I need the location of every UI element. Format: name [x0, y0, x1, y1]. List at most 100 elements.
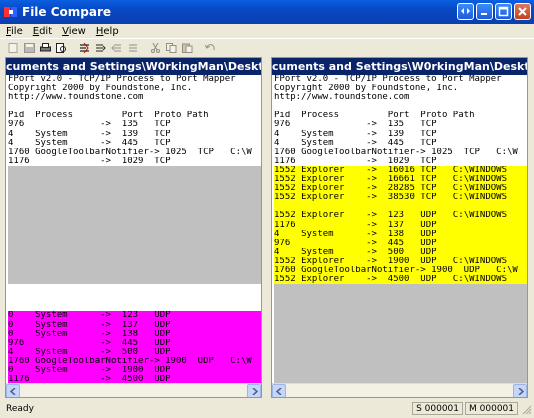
right-horizontal-scrollbar[interactable] [272, 383, 527, 397]
code-line: 0 System -> 138 UDP [8, 329, 261, 339]
right-file-content[interactable]: FPort v2.0 - TCP/IP Process to Port Mapp… [272, 75, 527, 385]
new-button[interactable] [6, 41, 21, 55]
menu-help[interactable]: Help [96, 26, 119, 37]
left-file-pane[interactable]: cuments and Settings\W0rkingMan\Desktop\… [5, 57, 262, 398]
code-line: 1552 Explorer -> 1900 UDP C:\WINDOWS [274, 256, 527, 266]
code-line: 0 System -> 137 UDP [8, 320, 261, 330]
code-line [8, 265, 261, 276]
print-button[interactable] [38, 41, 53, 55]
code-line: Pid Process Port Proto Path [274, 111, 475, 121]
title-bar: File Compare [0, 0, 534, 24]
code-line [274, 302, 527, 312]
code-line [8, 202, 261, 212]
code-line [8, 165, 261, 176]
code-line: 976 -> 135 TCP [274, 120, 437, 130]
code-line [274, 320, 527, 330]
code-line [8, 275, 261, 285]
code-line: 976 -> 135 TCP [8, 120, 171, 130]
code-line: 1552 Explorer -> 4500 UDP C:\WINDOWS [274, 275, 527, 285]
code-line: 0 System -> 123 UDP [8, 311, 261, 321]
print-preview-button[interactable] [54, 41, 69, 55]
minimize-button[interactable] [476, 3, 493, 20]
scroll-right-arrow-icon[interactable] [513, 384, 527, 397]
code-line: 1176 -> 1029 TCP [8, 156, 171, 166]
copy-icon [166, 42, 177, 53]
undo-button[interactable] [203, 41, 218, 55]
print-preview-icon [56, 42, 66, 53]
code-line: 1176 -> 137 UDP [274, 220, 527, 230]
diff-button[interactable] [77, 41, 92, 55]
left-file-content[interactable]: FPort v2.0 - TCP/IP Process to Port Mapp… [6, 75, 261, 385]
code-line: Copyright 2000 by Foundstone, Inc. [274, 84, 459, 94]
next-diff-button[interactable] [93, 41, 108, 55]
status-bar: Ready S 000001 M 000001 [0, 399, 534, 418]
first-diff-button[interactable] [125, 41, 140, 55]
code-line: 1760 GoogleToolbarNotifier-> 1900 UDP C:… [8, 356, 261, 366]
code-line: 1176 -> 1029 TCP [274, 156, 437, 166]
status-text: Ready [6, 403, 34, 414]
cut-icon [151, 42, 160, 53]
save-icon [24, 42, 35, 53]
new-icon [8, 42, 18, 53]
code-line [274, 347, 527, 357]
code-line [8, 247, 261, 257]
code-line: http://www.foundstone.com [274, 93, 410, 103]
code-line: 1760 GoogleToolbarNotifier-> 1900 UDP C:… [274, 265, 527, 276]
maximize-button[interactable] [495, 3, 512, 20]
code-line: 1552 Explorer -> 38530 TCP C:\WINDOWS [274, 193, 527, 203]
code-line [274, 293, 527, 303]
copy-button[interactable] [164, 41, 179, 55]
cut-button[interactable] [148, 41, 163, 55]
code-line: 1760 GoogleToolbarNotifier-> 1025 TCP C:… [274, 147, 518, 157]
code-line [8, 175, 261, 185]
scroll-left-arrow-icon[interactable] [6, 384, 20, 397]
code-line [274, 329, 527, 339]
code-line: 4 System -> 445 TCP [274, 138, 437, 148]
code-line [8, 229, 261, 239]
code-line [274, 202, 527, 212]
scroll-right-arrow-icon[interactable] [247, 384, 261, 397]
menu-edit[interactable]: Edit [33, 26, 52, 37]
code-line: Pid Process Port Proto Path [8, 111, 209, 121]
right-file-path: cuments and Settings\W0rkingMan\Desktop\… [272, 58, 527, 75]
code-line: 4 System -> 139 TCP [8, 129, 171, 139]
undo-icon [205, 43, 215, 50]
first-diff-icon [129, 44, 137, 51]
paste-icon [182, 43, 193, 53]
save-button[interactable] [22, 41, 37, 55]
right-file-pane[interactable]: cuments and Settings\W0rkingMan\Desktop\… [271, 57, 528, 398]
code-line [274, 356, 527, 366]
left-horizontal-scrollbar[interactable] [6, 383, 261, 397]
code-line: 4 System -> 500 UDP [274, 247, 527, 257]
code-line: 1760 GoogleToolbarNotifier-> 1025 TCP C:… [8, 147, 252, 157]
code-line: FPort v2.0 - TCP/IP Process to Port Mapp… [8, 75, 236, 84]
code-line: 1552 Explorer -> 16661 TCP C:\WINDOWS [274, 175, 527, 185]
file-compare-app-icon [4, 5, 18, 19]
paste-button[interactable] [180, 41, 195, 55]
code-line: 976 -> 445 UDP [274, 238, 527, 248]
code-line: 1552 Explorer -> 16016 TCP C:\WINDOWS [274, 165, 527, 176]
code-line [8, 220, 261, 230]
code-line [8, 238, 261, 248]
resize-grip-icon[interactable] [520, 403, 532, 415]
code-line [274, 338, 527, 348]
prev-diff-button[interactable] [109, 41, 124, 55]
close-button[interactable] [514, 3, 531, 20]
menu-view[interactable]: View [62, 26, 86, 37]
code-line: 4 System -> 500 UDP [8, 347, 261, 357]
code-line: 976 -> 445 UDP [8, 338, 261, 348]
code-line: http://www.foundstone.com [8, 93, 144, 103]
restore-compare-icon-button[interactable] [457, 3, 474, 20]
scroll-left-arrow-icon[interactable] [272, 384, 286, 397]
code-line [274, 284, 527, 294]
code-line: 4 System -> 445 TCP [8, 138, 171, 148]
status-m-count: M 000001 [465, 402, 518, 415]
menu-file[interactable]: File [6, 26, 23, 37]
code-line: 1552 Explorer -> 28285 TCP C:\WINDOWS [274, 184, 527, 194]
toolbar [0, 38, 534, 56]
code-line: 4 System -> 138 UDP [274, 229, 527, 239]
